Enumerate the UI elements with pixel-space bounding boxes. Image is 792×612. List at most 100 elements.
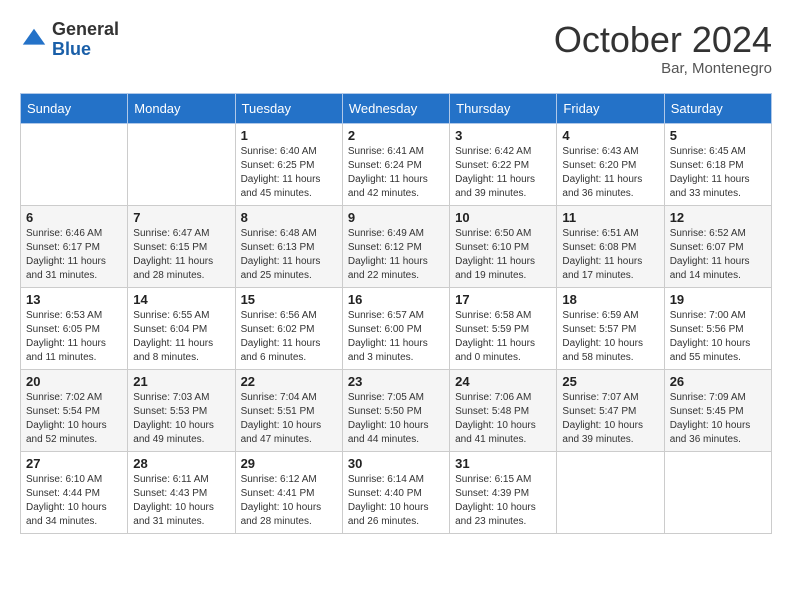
weekday-header: Tuesday xyxy=(235,93,342,123)
calendar-week-row: 20Sunrise: 7:02 AM Sunset: 5:54 PM Dayli… xyxy=(21,369,772,451)
calendar-cell: 1 Sunrise: 6:40 AM Sunset: 6:25 PM Daylig… xyxy=(235,123,342,205)
logo: General Blue xyxy=(20,20,119,60)
day-number: 17 xyxy=(455,292,551,307)
day-info: Sunrise: 6:11 AM Sunset: 4:43 PM Dayligh… xyxy=(133,473,229,529)
day-info: Sunrise: 6:49 AM Sunset: 6:12 PM Dayligh… xyxy=(348,227,444,283)
day-info: Sunrise: 6:41 AM Sunset: 6:24 PM Dayligh… xyxy=(348,145,444,201)
calendar-cell: 7 Sunrise: 6:47 AM Sunset: 6:15 PM Daylig… xyxy=(128,205,235,287)
day-info: Sunrise: 6:53 AM Sunset: 6:05 PM Dayligh… xyxy=(26,309,122,365)
calendar-cell: 2 Sunrise: 6:41 AM Sunset: 6:24 PM Daylig… xyxy=(342,123,449,205)
calendar-cell: 30Sunrise: 6:14 AM Sunset: 4:40 PM Dayli… xyxy=(342,451,449,533)
logo-icon xyxy=(20,26,48,54)
day-info: Sunrise: 6:48 AM Sunset: 6:13 PM Dayligh… xyxy=(241,227,337,283)
day-number: 13 xyxy=(26,292,122,307)
day-info: Sunrise: 6:59 AM Sunset: 5:57 PM Dayligh… xyxy=(562,309,658,365)
day-number: 12 xyxy=(670,210,766,225)
day-number: 11 xyxy=(562,210,658,225)
calendar-cell: 26Sunrise: 7:09 AM Sunset: 5:45 PM Dayli… xyxy=(664,369,771,451)
day-info: Sunrise: 6:46 AM Sunset: 6:17 PM Dayligh… xyxy=(26,227,122,283)
day-info: Sunrise: 7:04 AM Sunset: 5:51 PM Dayligh… xyxy=(241,391,337,447)
calendar-cell: 3 Sunrise: 6:42 AM Sunset: 6:22 PM Daylig… xyxy=(450,123,557,205)
calendar-cell: 11 Sunrise: 6:51 AM Sunset: 6:08 PM Dayli… xyxy=(557,205,664,287)
calendar-cell: 12 Sunrise: 6:52 AM Sunset: 6:07 PM Dayli… xyxy=(664,205,771,287)
logo-general-text: General xyxy=(52,20,119,40)
day-number: 3 xyxy=(455,128,551,143)
day-number: 7 xyxy=(133,210,229,225)
day-info: Sunrise: 6:47 AM Sunset: 6:15 PM Dayligh… xyxy=(133,227,229,283)
calendar-week-row: 1 Sunrise: 6:40 AM Sunset: 6:25 PM Daylig… xyxy=(21,123,772,205)
day-info: Sunrise: 6:58 AM Sunset: 5:59 PM Dayligh… xyxy=(455,309,551,365)
month-title: October 2024 xyxy=(554,20,772,60)
calendar-cell: 10 Sunrise: 6:50 AM Sunset: 6:10 PM Dayli… xyxy=(450,205,557,287)
calendar-cell: 23Sunrise: 7:05 AM Sunset: 5:50 PM Dayli… xyxy=(342,369,449,451)
day-number: 21 xyxy=(133,374,229,389)
weekday-header: Friday xyxy=(557,93,664,123)
calendar-cell xyxy=(21,123,128,205)
calendar-cell: 31Sunrise: 6:15 AM Sunset: 4:39 PM Dayli… xyxy=(450,451,557,533)
weekday-header: Saturday xyxy=(664,93,771,123)
day-info: Sunrise: 6:57 AM Sunset: 6:00 PM Dayligh… xyxy=(348,309,444,365)
weekday-header: Wednesday xyxy=(342,93,449,123)
day-number: 4 xyxy=(562,128,658,143)
calendar-cell: 21 Sunrise: 7:03 AM Sunset: 5:53 PM Dayli… xyxy=(128,369,235,451)
day-info: Sunrise: 6:10 AM Sunset: 4:44 PM Dayligh… xyxy=(26,473,122,529)
calendar-cell: 29 Sunrise: 6:12 AM Sunset: 4:41 PM Dayli… xyxy=(235,451,342,533)
day-number: 31 xyxy=(455,456,551,471)
day-number: 6 xyxy=(26,210,122,225)
calendar-cell: 28Sunrise: 6:11 AM Sunset: 4:43 PM Dayli… xyxy=(128,451,235,533)
calendar-cell: 19Sunrise: 7:00 AM Sunset: 5:56 PM Dayli… xyxy=(664,287,771,369)
day-number: 10 xyxy=(455,210,551,225)
day-info: Sunrise: 6:55 AM Sunset: 6:04 PM Dayligh… xyxy=(133,309,229,365)
calendar-cell: 9Sunrise: 6:49 AM Sunset: 6:12 PM Daylig… xyxy=(342,205,449,287)
day-number: 14 xyxy=(133,292,229,307)
day-info: Sunrise: 6:40 AM Sunset: 6:25 PM Dayligh… xyxy=(241,145,337,201)
day-info: Sunrise: 6:42 AM Sunset: 6:22 PM Dayligh… xyxy=(455,145,551,201)
calendar-cell: 14 Sunrise: 6:55 AM Sunset: 6:04 PM Dayli… xyxy=(128,287,235,369)
calendar-cell: 18 Sunrise: 6:59 AM Sunset: 5:57 PM Dayli… xyxy=(557,287,664,369)
title-block: October 2024 Bar, Montenegro xyxy=(554,20,772,77)
day-info: Sunrise: 7:05 AM Sunset: 5:50 PM Dayligh… xyxy=(348,391,444,447)
day-number: 1 xyxy=(241,128,337,143)
location-subtitle: Bar, Montenegro xyxy=(554,60,772,77)
calendar-cell xyxy=(557,451,664,533)
day-info: Sunrise: 6:52 AM Sunset: 6:07 PM Dayligh… xyxy=(670,227,766,283)
calendar-week-row: 6 Sunrise: 6:46 AM Sunset: 6:17 PM Daylig… xyxy=(21,205,772,287)
calendar-cell: 15Sunrise: 6:56 AM Sunset: 6:02 PM Dayli… xyxy=(235,287,342,369)
day-info: Sunrise: 7:00 AM Sunset: 5:56 PM Dayligh… xyxy=(670,309,766,365)
calendar-cell: 20Sunrise: 7:02 AM Sunset: 5:54 PM Dayli… xyxy=(21,369,128,451)
calendar-cell: 16 Sunrise: 6:57 AM Sunset: 6:00 PM Dayli… xyxy=(342,287,449,369)
day-number: 18 xyxy=(562,292,658,307)
day-number: 22 xyxy=(241,374,337,389)
day-number: 27 xyxy=(26,456,122,471)
day-number: 25 xyxy=(562,374,658,389)
day-number: 2 xyxy=(348,128,444,143)
calendar-cell: 17 Sunrise: 6:58 AM Sunset: 5:59 PM Dayli… xyxy=(450,287,557,369)
day-info: Sunrise: 6:43 AM Sunset: 6:20 PM Dayligh… xyxy=(562,145,658,201)
day-number: 29 xyxy=(241,456,337,471)
weekday-header-row: SundayMondayTuesdayWednesdayThursdayFrid… xyxy=(21,93,772,123)
day-info: Sunrise: 6:51 AM Sunset: 6:08 PM Dayligh… xyxy=(562,227,658,283)
weekday-header: Monday xyxy=(128,93,235,123)
day-info: Sunrise: 6:45 AM Sunset: 6:18 PM Dayligh… xyxy=(670,145,766,201)
day-number: 24 xyxy=(455,374,551,389)
calendar-cell xyxy=(128,123,235,205)
calendar-week-row: 13 Sunrise: 6:53 AM Sunset: 6:05 PM Dayli… xyxy=(21,287,772,369)
day-info: Sunrise: 6:14 AM Sunset: 4:40 PM Dayligh… xyxy=(348,473,444,529)
logo-text: General Blue xyxy=(52,20,119,60)
calendar-cell: 24Sunrise: 7:06 AM Sunset: 5:48 PM Dayli… xyxy=(450,369,557,451)
logo-blue-text: Blue xyxy=(52,40,119,60)
calendar-cell: 5 Sunrise: 6:45 AM Sunset: 6:18 PM Daylig… xyxy=(664,123,771,205)
day-info: Sunrise: 7:03 AM Sunset: 5:53 PM Dayligh… xyxy=(133,391,229,447)
day-info: Sunrise: 6:50 AM Sunset: 6:10 PM Dayligh… xyxy=(455,227,551,283)
calendar-cell xyxy=(664,451,771,533)
day-number: 16 xyxy=(348,292,444,307)
weekday-header: Sunday xyxy=(21,93,128,123)
calendar-cell: 22 Sunrise: 7:04 AM Sunset: 5:51 PM Dayli… xyxy=(235,369,342,451)
calendar-cell: 4 Sunrise: 6:43 AM Sunset: 6:20 PM Daylig… xyxy=(557,123,664,205)
day-info: Sunrise: 7:09 AM Sunset: 5:45 PM Dayligh… xyxy=(670,391,766,447)
day-number: 20 xyxy=(26,374,122,389)
day-number: 5 xyxy=(670,128,766,143)
day-info: Sunrise: 6:12 AM Sunset: 4:41 PM Dayligh… xyxy=(241,473,337,529)
calendar-cell: 6 Sunrise: 6:46 AM Sunset: 6:17 PM Daylig… xyxy=(21,205,128,287)
day-info: Sunrise: 7:07 AM Sunset: 5:47 PM Dayligh… xyxy=(562,391,658,447)
